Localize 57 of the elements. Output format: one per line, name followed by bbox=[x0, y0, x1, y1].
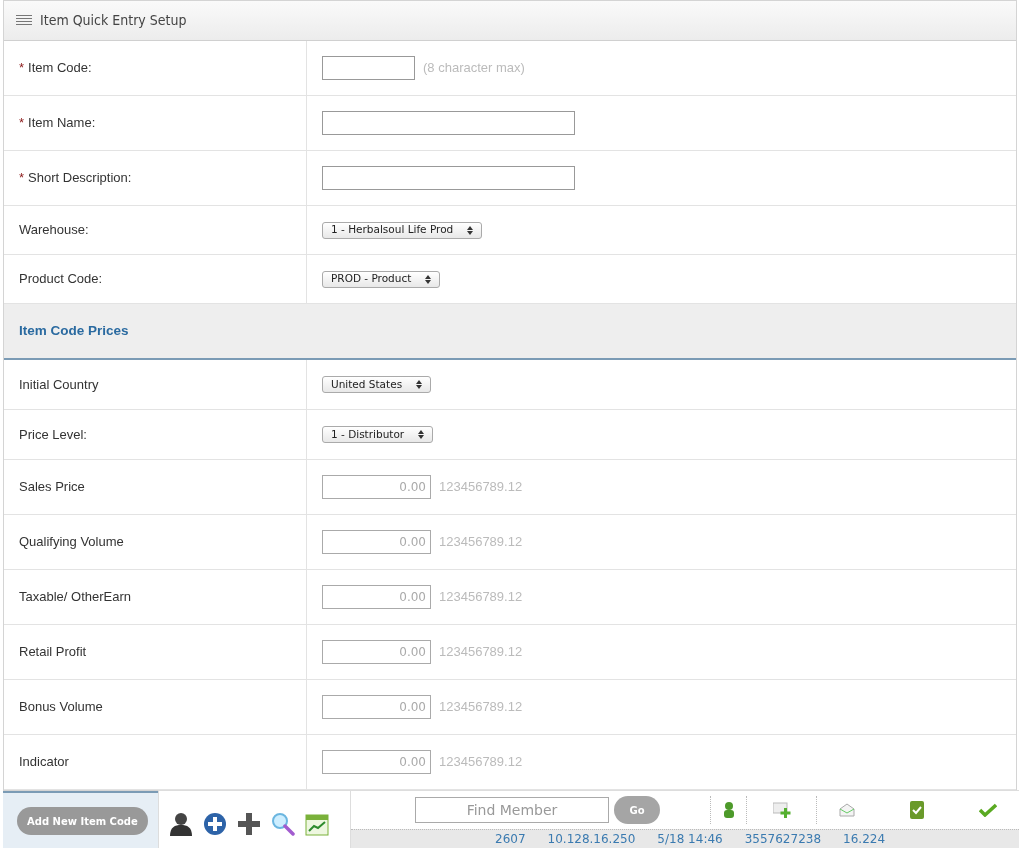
field-label: Initial Country bbox=[19, 375, 99, 394]
field-label: Indicator bbox=[19, 753, 69, 772]
status-text: 16.224 bbox=[843, 831, 886, 848]
status-text: 3557627238 bbox=[744, 831, 822, 848]
sort-arrows-icon bbox=[418, 430, 425, 439]
amount-field[interactable]: 0.00 bbox=[322, 530, 431, 554]
select-dropdown[interactable]: PROD - Product bbox=[322, 270, 441, 288]
status-text: 10.128.16.250 bbox=[547, 831, 636, 848]
text-field[interactable] bbox=[322, 166, 575, 190]
field-label: Bonus Volume bbox=[19, 698, 103, 717]
mail-add-icon[interactable] bbox=[772, 802, 791, 818]
field-hint: (8 character max) bbox=[423, 59, 525, 78]
text-field[interactable] bbox=[322, 56, 415, 80]
field-hint: 123456789.12 bbox=[439, 698, 523, 717]
field-label: Item Name: bbox=[28, 114, 96, 133]
search-icon[interactable] bbox=[271, 811, 295, 836]
select-dropdown[interactable]: United States bbox=[322, 376, 432, 393]
field-hint: 123456789.12 bbox=[439, 533, 523, 552]
menu-icon bbox=[16, 15, 32, 26]
required-mark: * bbox=[19, 114, 25, 133]
panel-title: Item Quick Entry Setup bbox=[40, 11, 187, 30]
sort-arrows-icon bbox=[425, 274, 432, 284]
field-label: Retail Profit bbox=[19, 643, 87, 662]
amount-field[interactable]: 0.00 bbox=[322, 695, 431, 719]
sort-arrows-icon bbox=[467, 225, 474, 235]
section-title: Item Code Prices bbox=[19, 321, 129, 340]
select-dropdown[interactable]: 1 - Distributor bbox=[322, 426, 434, 443]
envelope-icon[interactable] bbox=[838, 803, 855, 817]
status-text: 5/18 14:46 bbox=[657, 831, 723, 848]
person-icon[interactable] bbox=[169, 811, 193, 836]
field-label: Price Level: bbox=[19, 425, 87, 444]
plus-icon[interactable] bbox=[237, 811, 261, 836]
field-label: Short Description: bbox=[28, 169, 132, 188]
field-hint: 123456789.12 bbox=[439, 753, 523, 772]
amount-field[interactable]: 0.00 bbox=[322, 585, 431, 609]
field-label: Product Code: bbox=[19, 270, 103, 289]
required-mark: * bbox=[19, 169, 25, 188]
select-dropdown[interactable]: 1 - Herbalsoul Life Prod bbox=[322, 221, 483, 239]
calendar-chart-icon[interactable] bbox=[305, 811, 329, 836]
field-label: Taxable/ OtherEarn bbox=[19, 588, 131, 607]
field-hint: 123456789.12 bbox=[439, 478, 523, 497]
field-label: Warehouse: bbox=[19, 221, 89, 240]
status-text: 2607 bbox=[495, 831, 526, 848]
amount-field[interactable]: 0.00 bbox=[322, 475, 431, 499]
sort-arrows-icon bbox=[416, 380, 423, 389]
amount-field[interactable]: 0.00 bbox=[322, 640, 431, 664]
required-mark: * bbox=[19, 59, 25, 78]
text-field[interactable] bbox=[322, 111, 575, 135]
field-hint: 123456789.12 bbox=[439, 588, 523, 607]
add-icon[interactable] bbox=[203, 811, 227, 836]
field-hint: 123456789.12 bbox=[439, 643, 523, 662]
field-label: Item Code: bbox=[28, 59, 92, 78]
field-label: Qualifying Volume bbox=[19, 533, 124, 552]
search-field[interactable]: Find Member bbox=[415, 797, 609, 823]
amount-field[interactable]: 0.00 bbox=[322, 750, 431, 774]
field-label: Sales Price bbox=[19, 478, 85, 497]
check-icon[interactable] bbox=[979, 803, 997, 817]
